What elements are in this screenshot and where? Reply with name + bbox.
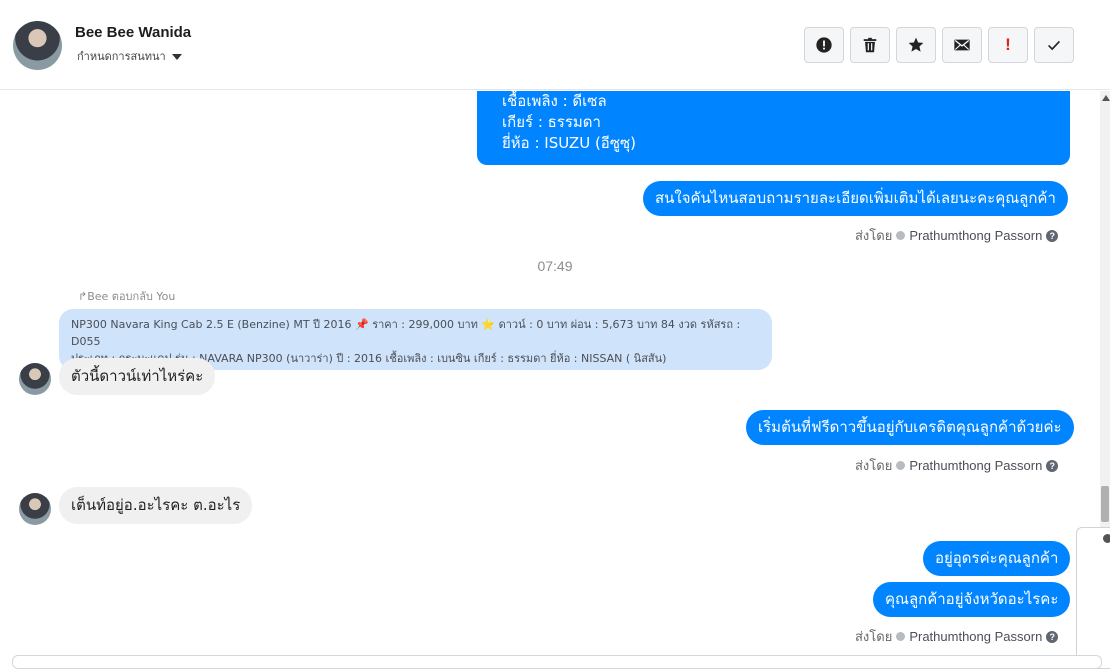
scrollbar-thumb[interactable] (1101, 486, 1109, 522)
contact-name[interactable]: Bee Bee Wanida (75, 24, 191, 41)
widget-dot-icon (1103, 534, 1110, 543)
scroll-up-arrow-icon[interactable] (1102, 95, 1110, 101)
contact-avatar[interactable] (19, 363, 51, 395)
car-details-message[interactable]: เชื้อเพลิง : ดีเซล เกียร์ : ธรรมดา ยี่ห้… (477, 91, 1070, 165)
agent-badge-icon (896, 231, 906, 240)
sent-by-label: ส่งโดย Prathumthong Passorn ? (855, 626, 1059, 647)
agent-name: Prathumthong Passorn (909, 228, 1043, 243)
conversation-schedule-label: กำหนดการสนทนา (77, 50, 166, 63)
agent-name: Prathumthong Passorn (909, 458, 1043, 473)
mail-icon (954, 39, 970, 51)
outgoing-message[interactable]: คุณลูกค้าอยู่จังหวัดอะไรคะ (873, 582, 1071, 617)
avatar[interactable] (13, 21, 62, 70)
incoming-message[interactable]: เต็นท์อยู่อ.อะไรคะ ต.อะไร (59, 487, 253, 524)
reply-indicator: ↱Bee ตอบกลับ You (78, 287, 175, 305)
help-icon[interactable]: ? (1046, 229, 1059, 242)
outgoing-message[interactable]: สนใจคันไหนสอบถามรายละเอียดเพิ่มเติมได้เล… (643, 181, 1068, 216)
help-icon[interactable]: ? (1046, 630, 1059, 643)
delete-button[interactable] (850, 27, 890, 63)
conversation-header: Bee Bee Wanida กำหนดการสนทนา ! (0, 0, 1110, 90)
star-button[interactable] (896, 27, 936, 63)
mark-unread-button[interactable] (942, 27, 982, 63)
agent-badge-icon (896, 632, 906, 641)
action-toolbar: ! (804, 27, 1074, 63)
trash-icon (863, 37, 877, 53)
alert-circle-icon (816, 37, 832, 53)
sent-by-label: ส่งโดย Prathumthong Passorn ? (855, 225, 1059, 246)
incoming-message[interactable]: ตัวนี้ดาวน์เท่าไหร่คะ (59, 358, 216, 395)
checkmark-icon (1048, 40, 1060, 51)
mark-done-button[interactable] (1034, 27, 1074, 63)
sent-by-text: ส่งโดย (855, 629, 893, 644)
outgoing-message[interactable]: เริ่มต้นที่ฟรีดาวขึ้นอยู่กับเครดิตคุณลูก… (746, 410, 1074, 445)
sent-by-text: ส่งโดย (855, 458, 893, 473)
quoted-line: NP300 Navara King Cab 2.5 E (Benzine) MT… (71, 318, 741, 348)
card-line-gear: เกียร์ : ธรรมดา (502, 113, 601, 131)
mark-important-button[interactable]: ! (988, 27, 1028, 63)
agent-name: Prathumthong Passorn (909, 629, 1043, 644)
reply-text: Bee ตอบกลับ You (87, 290, 176, 303)
side-panel-widget[interactable] (1076, 527, 1110, 669)
exclamation-icon: ! (1005, 35, 1011, 54)
caret-down-icon (171, 53, 182, 60)
star-icon (908, 37, 924, 52)
message-timestamp: 07:49 (537, 258, 573, 274)
card-line-brand: ยี่ห้อ : ISUZU (อีซูซุ) (502, 134, 637, 152)
outgoing-message[interactable]: อยู่อุดรค่ะคุณลูกค้า (923, 541, 1071, 576)
agent-badge-icon (896, 461, 906, 470)
sent-by-text: ส่งโดย (855, 228, 893, 243)
message-thread: เชื้อเพลิง : ดีเซล เกียร์ : ธรรมดา ยี่ห้… (0, 91, 1100, 661)
reply-arrow-icon: ↱ (78, 290, 88, 303)
conversation-schedule-dropdown[interactable]: กำหนดการสนทนา (77, 47, 182, 65)
card-line-fuel: เชื้อเพลิง : ดีเซล (502, 92, 607, 110)
contact-avatar[interactable] (19, 493, 51, 525)
help-icon[interactable]: ? (1046, 459, 1059, 472)
sent-by-label: ส่งโดย Prathumthong Passorn ? (855, 455, 1059, 476)
message-composer[interactable] (12, 655, 1102, 669)
report-button[interactable] (804, 27, 844, 63)
